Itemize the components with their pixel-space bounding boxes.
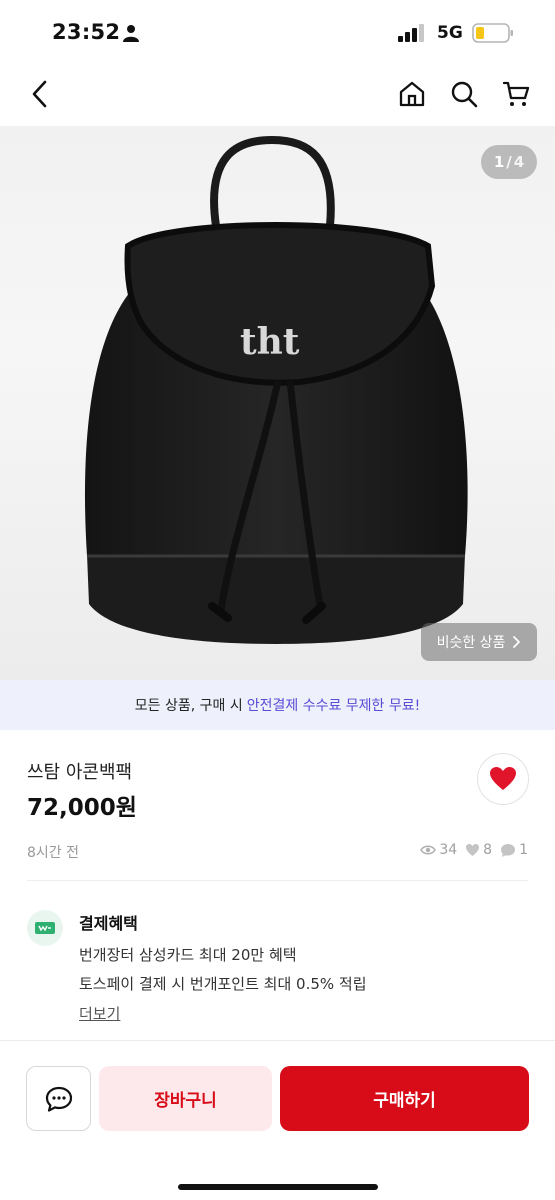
chat-icon bbox=[45, 1086, 72, 1112]
chevron-right-icon bbox=[513, 636, 521, 648]
image-counter-separator: / bbox=[506, 153, 512, 171]
cart-button[interactable] bbox=[498, 76, 534, 112]
status-time: 23:52 bbox=[52, 20, 121, 44]
benefit-line-2: 토스페이 결제 시 번개포인트 최대 0.5% 적립 bbox=[79, 975, 367, 993]
home-icon bbox=[399, 81, 425, 107]
similar-products-label: 비슷한 상품 bbox=[436, 635, 506, 651]
promo-highlight: 안전결제 수수료 무제한 무료! bbox=[246, 698, 421, 714]
home-indicator bbox=[178, 1184, 378, 1190]
image-counter: 1 / 4 bbox=[481, 145, 537, 179]
chat-bubble-icon bbox=[501, 843, 516, 857]
svg-text:tht: tht bbox=[240, 321, 300, 363]
buy-button[interactable]: 구매하기 bbox=[280, 1066, 529, 1131]
likes-count: 8 bbox=[483, 842, 493, 858]
battery-icon bbox=[472, 23, 513, 43]
views-count: 34 bbox=[439, 842, 458, 858]
divider bbox=[27, 880, 528, 881]
image-counter-total: 4 bbox=[513, 153, 525, 171]
views-stat: 34 bbox=[420, 842, 457, 858]
likes-stat: 8 bbox=[465, 842, 492, 858]
benefit-line-1: 번개장터 삼성카드 최대 20만 혜택 bbox=[79, 946, 297, 964]
similar-products-button[interactable]: 비슷한 상품 bbox=[421, 623, 537, 661]
add-to-cart-button[interactable]: 장바구니 bbox=[99, 1066, 272, 1131]
payment-icon bbox=[27, 910, 63, 946]
back-icon bbox=[32, 80, 47, 108]
signal-icon bbox=[398, 24, 424, 42]
status-bar: 23:52 5G bbox=[0, 0, 555, 64]
search-button[interactable] bbox=[446, 76, 482, 112]
person-icon bbox=[123, 25, 139, 42]
favorite-button[interactable] bbox=[477, 753, 529, 805]
back-button[interactable] bbox=[22, 76, 58, 112]
posted-time: 8시간 전 bbox=[27, 845, 79, 861]
benefits-more-link[interactable]: 더보기 bbox=[79, 1003, 120, 1024]
network-label: 5G bbox=[437, 23, 463, 43]
eye-icon bbox=[420, 845, 437, 855]
backpack-photo: tht bbox=[84, 135, 468, 644]
product-image[interactable]: tht bbox=[0, 126, 555, 680]
nav-bar bbox=[0, 64, 555, 126]
heart-icon bbox=[490, 767, 516, 790]
chats-stat: 1 bbox=[500, 842, 528, 858]
promo-text: 모든 상품, 구매 시 bbox=[134, 698, 243, 714]
product-stats: 34 8 1 bbox=[420, 842, 528, 858]
home-button[interactable] bbox=[394, 76, 430, 112]
heart-outline-icon bbox=[466, 844, 480, 856]
benefits-title: 결제혜택 bbox=[79, 914, 138, 933]
image-counter-current: 1 bbox=[493, 153, 505, 171]
product-name: 쓰탐 아콘백팩 bbox=[27, 762, 133, 783]
cart-icon bbox=[502, 81, 530, 106]
chats-count: 1 bbox=[519, 842, 528, 858]
promo-banner[interactable]: 모든 상품, 구매 시 안전결제 수수료 무제한 무료! bbox=[0, 680, 555, 730]
search-icon bbox=[451, 81, 478, 108]
chat-button[interactable] bbox=[26, 1066, 91, 1131]
product-price: 72,000원 bbox=[27, 795, 137, 821]
